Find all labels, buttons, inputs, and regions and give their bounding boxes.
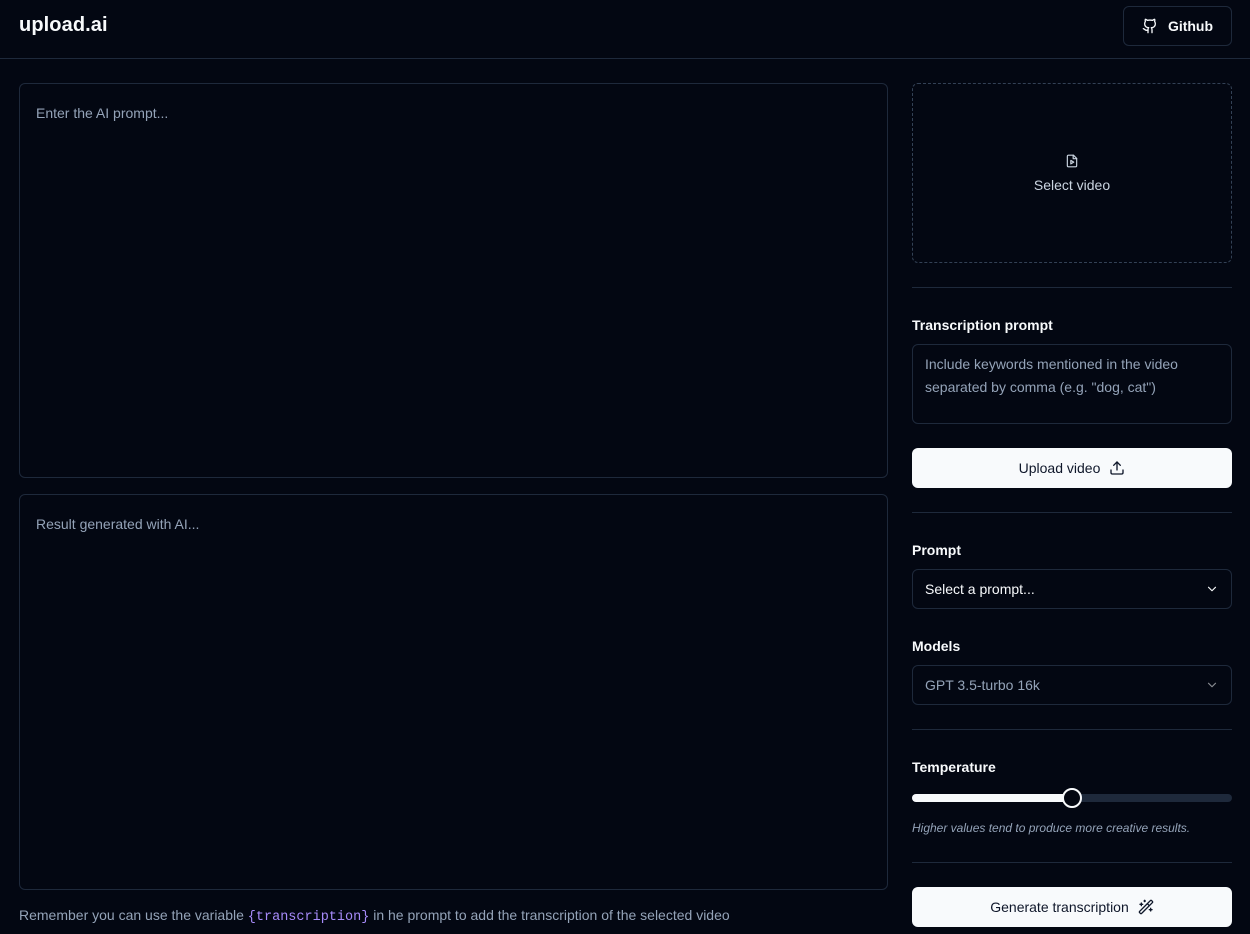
dropzone-label: Select video bbox=[1033, 177, 1111, 193]
result-textarea[interactable] bbox=[20, 495, 887, 889]
upload-video-label: Upload video bbox=[1018, 460, 1101, 476]
prompt-label: Prompt bbox=[912, 542, 961, 558]
slider-thumb[interactable] bbox=[1062, 788, 1082, 808]
transcription-prompt-field bbox=[912, 344, 1232, 424]
prompt-select-value: Select a prompt... bbox=[925, 581, 1035, 597]
app-logo: upload.ai bbox=[19, 14, 108, 36]
wand-icon bbox=[1138, 899, 1154, 915]
transcription-prompt-label: Transcription prompt bbox=[912, 317, 1053, 333]
chevron-down-icon bbox=[1207, 586, 1217, 592]
divider bbox=[912, 287, 1232, 288]
video-dropzone[interactable]: Select video bbox=[912, 83, 1232, 263]
upload-icon bbox=[1110, 461, 1125, 475]
temperature-slider[interactable] bbox=[912, 788, 1232, 808]
github-button[interactable]: Github bbox=[1123, 6, 1232, 46]
generate-button[interactable]: Generate transcription bbox=[912, 887, 1232, 927]
divider bbox=[912, 729, 1232, 730]
chevron-down-icon bbox=[1207, 682, 1217, 688]
upload-video-button[interactable]: Upload video bbox=[912, 448, 1232, 488]
models-select[interactable]: GPT 3.5-turbo 16k bbox=[912, 665, 1232, 705]
models-select-value: GPT 3.5-turbo 16k bbox=[925, 677, 1040, 693]
prompt-panel bbox=[19, 83, 888, 478]
github-icon bbox=[1142, 18, 1156, 34]
file-video-icon bbox=[1066, 154, 1078, 168]
temperature-note: Higher values tend to produce more creat… bbox=[912, 821, 1191, 835]
prompt-select[interactable]: Select a prompt... bbox=[912, 569, 1232, 609]
hint-text-after: in he prompt to add the transcription of… bbox=[369, 907, 730, 923]
divider bbox=[912, 862, 1232, 863]
variable-hint: Remember you can use the variable {trans… bbox=[19, 907, 730, 925]
app-header: upload.ai Github bbox=[0, 0, 1250, 59]
hint-variable: {transcription} bbox=[247, 910, 370, 925]
transcription-prompt-input[interactable] bbox=[913, 345, 1231, 423]
models-label: Models bbox=[912, 638, 961, 654]
temperature-label: Temperature bbox=[912, 759, 996, 775]
github-label: Github bbox=[1167, 18, 1214, 34]
divider bbox=[912, 512, 1232, 513]
slider-range bbox=[912, 794, 1072, 802]
generate-label: Generate transcription bbox=[990, 899, 1129, 915]
prompt-textarea[interactable] bbox=[20, 84, 887, 477]
hint-text-before: Remember you can use the variable bbox=[19, 907, 248, 923]
result-panel bbox=[19, 494, 888, 890]
